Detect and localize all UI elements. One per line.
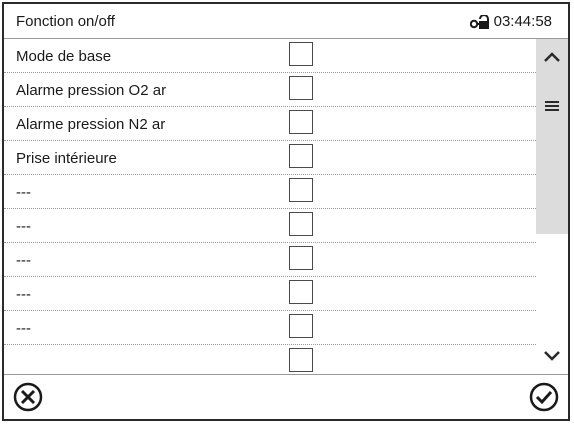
list-item[interactable]: Alarme pression N2 ar — [4, 107, 538, 141]
scrollbar[interactable] — [536, 39, 568, 378]
function-list: Mode de base Alarme pression O2 ar Alarm… — [4, 39, 538, 378]
checkbox[interactable] — [289, 42, 313, 66]
footer-bar — [4, 374, 568, 419]
row-label: Mode de base — [16, 48, 112, 65]
list-item[interactable]: Mode de base — [4, 39, 538, 73]
list-item[interactable]: Alarme pression O2 ar — [4, 73, 538, 107]
chevron-down-icon — [543, 349, 561, 367]
scroll-grip — [536, 99, 568, 117]
row-label: --- — [16, 252, 31, 269]
row-label: --- — [16, 286, 31, 303]
lock-key-icon — [469, 14, 490, 29]
list-item[interactable]: --- — [4, 175, 538, 209]
list-item[interactable]: --- — [4, 209, 538, 243]
checkbox[interactable] — [289, 314, 313, 338]
menu-grip-icon — [544, 99, 560, 117]
header-bar: Fonction on/off 03:44:58 — [4, 4, 568, 39]
row-label: Alarme pression O2 ar — [16, 82, 167, 99]
checkbox[interactable] — [289, 212, 313, 236]
time-label: 03:44:58 — [493, 13, 552, 30]
row-label: Prise intérieure — [16, 150, 117, 167]
page-title: Fonction on/off — [16, 13, 115, 30]
list-item[interactable]: --- — [4, 311, 538, 345]
list-item[interactable]: --- — [4, 277, 538, 311]
chevron-up-icon — [543, 50, 561, 68]
status-clock: 03:44:58 — [469, 13, 552, 30]
scroll-up-button[interactable] — [536, 39, 568, 79]
confirm-button[interactable] — [528, 381, 560, 413]
scroll-down-button[interactable] — [536, 338, 568, 378]
row-label: --- — [16, 218, 31, 235]
list-item[interactable]: Prise intérieure — [4, 141, 538, 175]
checkbox[interactable] — [289, 348, 313, 372]
cancel-circle-icon — [13, 382, 43, 412]
checkbox[interactable] — [289, 144, 313, 168]
checkbox[interactable] — [289, 178, 313, 202]
checkbox[interactable] — [289, 76, 313, 100]
cancel-button[interactable] — [12, 381, 44, 413]
checkbox[interactable] — [289, 110, 313, 134]
row-label: --- — [16, 320, 31, 337]
dialog-window: Fonction on/off 03:44:58 Mode de base Al… — [2, 2, 570, 421]
row-label: Alarme pression N2 ar — [16, 116, 166, 133]
list-item[interactable]: --- — [4, 243, 538, 277]
checkbox[interactable] — [289, 246, 313, 270]
row-label: --- — [16, 184, 31, 201]
checkbox[interactable] — [289, 280, 313, 304]
check-circle-icon — [529, 382, 559, 412]
